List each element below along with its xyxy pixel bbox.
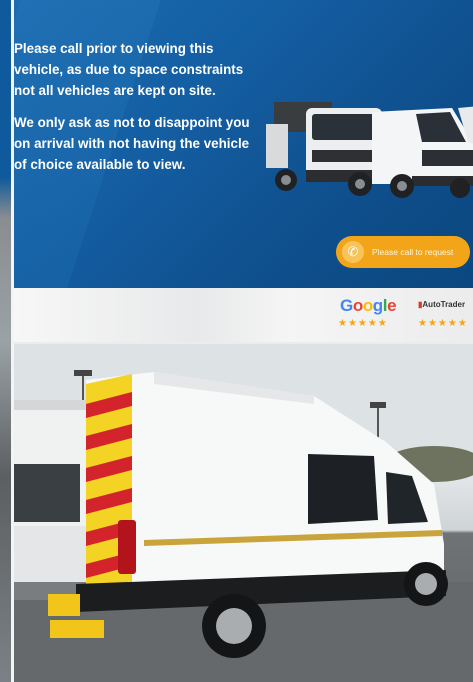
- phone-icon: ✆: [342, 241, 364, 263]
- banner-text: Please call prior to viewing this vehicl…: [14, 38, 254, 186]
- white-van: [372, 108, 473, 198]
- google-logo: Google: [340, 296, 397, 315]
- trucks-illustration: [266, 102, 473, 198]
- tipper-truck: [266, 102, 382, 196]
- van-photo[interactable]: [14, 344, 473, 682]
- autotrader-label: AutoTrader: [422, 300, 466, 309]
- autotrader-logo: ▮AutoTrader: [418, 300, 466, 309]
- ratings-strip: Google ★★★★★ ▮AutoTrader ★★★★★: [14, 288, 473, 342]
- cta-label: Please call to request: [372, 247, 454, 257]
- call-to-request-button[interactable]: ✆ Please call to request: [336, 236, 470, 268]
- banner-paragraph-2: We only ask as not to disappoint you on …: [14, 115, 250, 172]
- info-banner: Please call prior to viewing this vehicl…: [14, 0, 473, 288]
- autotrader-star-rating: ★★★★★: [418, 318, 468, 329]
- google-star-rating: ★★★★★: [338, 318, 388, 329]
- banner-paragraph-1: Please call prior to viewing this vehicl…: [14, 41, 244, 98]
- van-illustration: [14, 344, 473, 682]
